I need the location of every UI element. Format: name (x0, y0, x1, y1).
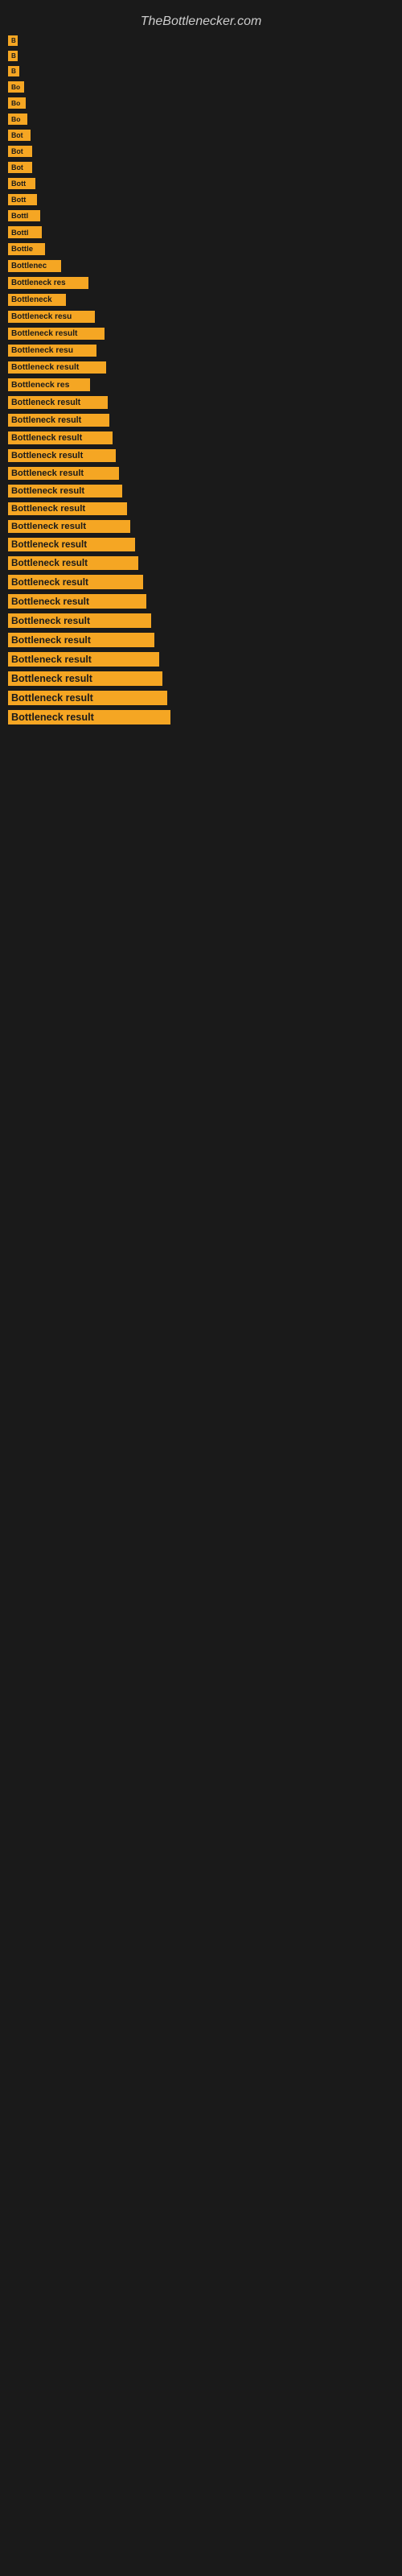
bottleneck-label: Bottleneck result (8, 652, 159, 667)
list-item: Bottleneck result (0, 538, 402, 551)
list-item: Bottleneck result (0, 485, 402, 497)
list-item: Bottleneck result (0, 594, 402, 609)
bottleneck-label: Bottleneck res (8, 277, 88, 289)
bottleneck-label: B (8, 51, 18, 61)
list-item: Bottl (0, 226, 402, 238)
bottleneck-label: Bottleneck result (8, 328, 105, 340)
bottleneck-label: Bottleneck result (8, 502, 127, 515)
bottleneck-label: Bottleneck result (8, 538, 135, 551)
bottleneck-label: Bot (8, 146, 32, 157)
list-item: Bo (0, 114, 402, 125)
bottleneck-label: Bo (8, 81, 24, 93)
list-item: Bo (0, 81, 402, 93)
list-item: Bottleneck result (0, 556, 402, 570)
bottleneck-label: Bottleneck resu (8, 345, 96, 357)
list-item: Bottleneck resu (0, 311, 402, 323)
list-item: Bottleneck result (0, 502, 402, 515)
bottleneck-label: Bottleneck result (8, 414, 109, 427)
list-item: Bottleneck result (0, 613, 402, 628)
bottleneck-label: Bottlenec (8, 260, 61, 272)
list-item: Bo (0, 97, 402, 109)
bottleneck-label: Bottleneck result (8, 396, 108, 409)
list-item: Bottlenec (0, 260, 402, 272)
list-item: Bottleneck res (0, 378, 402, 391)
bottleneck-label: Bot (8, 130, 31, 141)
list-item: Bottle (0, 243, 402, 255)
bottleneck-label: B (8, 66, 19, 76)
bottleneck-label: Bo (8, 114, 27, 125)
bottleneck-label: Bottleneck result (8, 691, 167, 705)
list-item: Bottleneck result (0, 328, 402, 340)
bottleneck-label: Bottleneck result (8, 485, 122, 497)
list-item: Bottleneck result (0, 633, 402, 647)
list-item: B (0, 35, 402, 46)
bottleneck-label: Bottleneck result (8, 710, 170, 724)
bottleneck-label: Bottleneck result (8, 449, 116, 462)
list-item: Bottleneck result (0, 710, 402, 724)
bottleneck-label: Bottleneck result (8, 431, 113, 444)
list-item: Bot (0, 146, 402, 157)
list-item: Bottleneck result (0, 671, 402, 686)
bottleneck-label: Bottleneck result (8, 671, 162, 686)
bottleneck-label: Bo (8, 97, 26, 109)
list-item: Bottleneck result (0, 691, 402, 705)
list-item: Bottleneck result (0, 467, 402, 480)
list-item: Bottleneck result (0, 361, 402, 374)
list-item: Bottleneck result (0, 431, 402, 444)
bottleneck-label: Bottleneck result (8, 613, 151, 628)
list-item: B (0, 51, 402, 61)
list-item: Bottleneck result (0, 414, 402, 427)
bottleneck-label: Bottleneck resu (8, 311, 95, 323)
bottleneck-label: Bot (8, 162, 32, 173)
list-item: Bottleneck result (0, 652, 402, 667)
bottleneck-label: Bottleneck result (8, 575, 143, 589)
bottleneck-label: Bottleneck result (8, 633, 154, 647)
bottleneck-label: B (8, 35, 18, 46)
bottleneck-label: Bottleneck result (8, 594, 146, 609)
main-container: TheBottlenecker.com BBBBoBoBoBotBotBotBo… (0, 0, 402, 737)
list-item: Bottleneck resu (0, 345, 402, 357)
bottleneck-label: Bottleneck result (8, 556, 138, 570)
bottleneck-label: Bottl (8, 210, 40, 221)
bottleneck-label: Bottl (8, 226, 42, 238)
list-item: Bott (0, 194, 402, 205)
list-item: Bott (0, 178, 402, 189)
site-title: TheBottlenecker.com (0, 8, 402, 35)
bottleneck-label: Bottleneck result (8, 520, 130, 533)
list-item: B (0, 66, 402, 76)
list-item: Bottleneck result (0, 396, 402, 409)
list-item: Bottleneck res (0, 277, 402, 289)
list-item: Bot (0, 162, 402, 173)
list-item: Bottleneck result (0, 449, 402, 462)
list-item: Bot (0, 130, 402, 141)
list-item: Bottleneck result (0, 575, 402, 589)
bottleneck-label: Bottleneck res (8, 378, 90, 391)
list-item: Bottleneck (0, 294, 402, 306)
bottleneck-label: Bott (8, 178, 35, 189)
bottleneck-label: Bottleneck result (8, 361, 106, 374)
list-item: Bottl (0, 210, 402, 221)
bottleneck-label: Bott (8, 194, 37, 205)
bottleneck-label: Bottleneck (8, 294, 66, 306)
bottleneck-label: Bottleneck result (8, 467, 119, 480)
list-item: Bottleneck result (0, 520, 402, 533)
bottleneck-label: Bottle (8, 243, 45, 255)
